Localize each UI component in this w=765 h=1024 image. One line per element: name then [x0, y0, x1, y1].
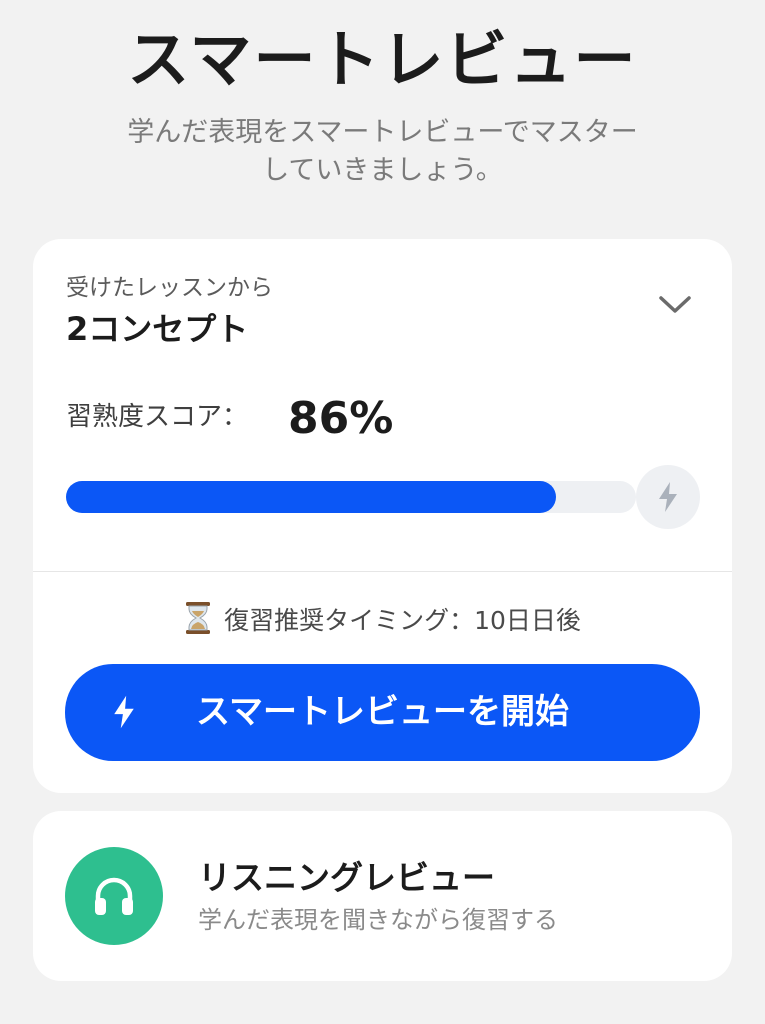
page-subtitle: 学んだ表現をスマートレビューでマスターしていきましょう。	[127, 117, 638, 186]
mastery-progress-bar	[66, 481, 636, 513]
review-timing-row: 復習推奨タイミング：10日日後	[33, 601, 732, 639]
listening-review-subtitle: 学んだ表現を聞きながら復習する	[198, 906, 558, 934]
listening-review-card[interactable]: リスニングレビュー 学んだ表現を聞きながら復習する	[33, 811, 732, 981]
hourglass-icon	[186, 602, 211, 634]
progress-end-badge	[636, 465, 700, 529]
smart-review-card: 受けたレッスンから 2コンセプト 習熟度スコア： 86% 復習推奨タイミング：1…	[33, 239, 732, 793]
listening-review-title: リスニングレビュー	[198, 858, 495, 897]
mastery-score-value: 86%	[288, 393, 394, 444]
lessons-caption: 受けたレッスンから	[66, 275, 273, 301]
card-divider	[33, 571, 732, 572]
review-timing-text: 復習推奨タイミング：10日日後	[224, 606, 581, 635]
mastery-progress-fill	[66, 481, 557, 513]
page-title: スマートレビュー	[127, 23, 638, 96]
chevron-down-icon[interactable]	[653, 289, 697, 319]
headphones-icon	[95, 877, 133, 915]
listening-icon-badge	[65, 847, 163, 945]
start-smart-review-button[interactable]: スマートレビューを開始	[65, 664, 700, 761]
concept-count: 2コンセプト	[66, 310, 249, 348]
mastery-score-label: 習熟度スコア：	[66, 402, 249, 432]
start-smart-review-label: スマートレビューを開始	[196, 692, 569, 732]
bolt-icon	[659, 482, 677, 512]
